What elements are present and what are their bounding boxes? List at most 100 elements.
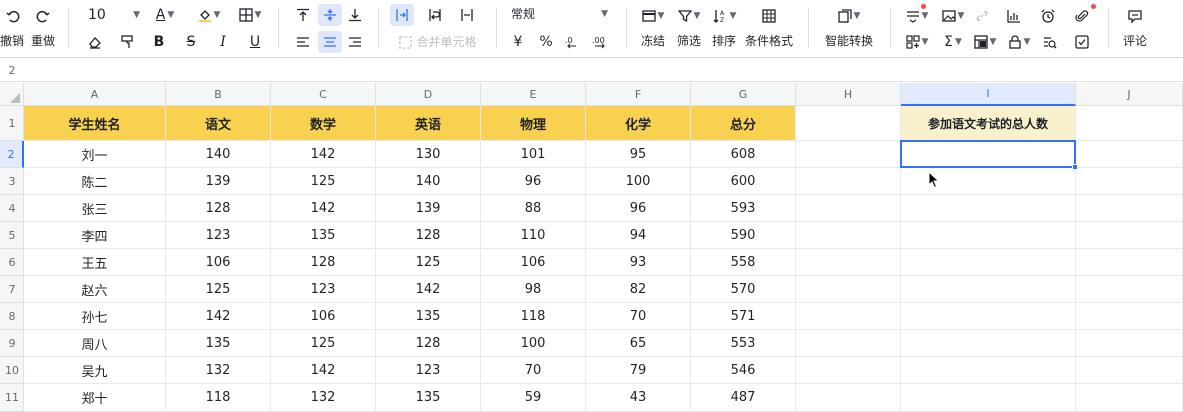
table-cell[interactable]: 118 [481, 303, 586, 330]
freeze-button[interactable]: ▼ [638, 6, 668, 26]
column-header-i[interactable]: I [901, 83, 1076, 106]
underline-button[interactable]: U [244, 32, 266, 52]
undo-button[interactable] [2, 8, 24, 26]
cell-j2[interactable] [1076, 141, 1183, 168]
table-cell[interactable]: 128 [376, 222, 481, 249]
cell-j5[interactable] [1076, 222, 1183, 249]
row-header-2[interactable]: 2 [0, 141, 24, 168]
table-cell[interactable]: 123 [166, 222, 271, 249]
redo-button[interactable] [32, 8, 54, 26]
row-header-3[interactable]: 3 [0, 168, 24, 195]
reminder-button[interactable] [1038, 6, 1058, 26]
smart-convert-button[interactable]: ▼ [834, 6, 864, 26]
sort-button[interactable]: AZ ▼ [708, 6, 740, 26]
cell-i11[interactable] [901, 384, 1076, 412]
table-cell[interactable]: 558 [691, 249, 796, 276]
conditional-format-button[interactable] [758, 6, 780, 26]
number-format-select[interactable]: 常规 ▼ [508, 5, 608, 23]
table-cell[interactable]: 123 [271, 276, 376, 303]
text-clip-button[interactable] [456, 4, 478, 26]
table-cell[interactable]: 123 [376, 357, 481, 384]
cell-j3[interactable] [1076, 168, 1183, 195]
table-cell[interactable]: 590 [691, 222, 796, 249]
table-cell[interactable]: 140 [376, 168, 481, 195]
cell-i9[interactable] [901, 330, 1076, 357]
table-cell[interactable]: 周八 [24, 330, 166, 357]
table-cell[interactable]: 88 [481, 195, 586, 222]
strikethrough-button[interactable]: S [180, 32, 202, 52]
cell-i2[interactable] [901, 141, 1076, 168]
cell-j11[interactable] [1076, 384, 1183, 412]
find-replace-button[interactable] [1040, 32, 1060, 52]
sheet-grid[interactable]: 学生姓名 语文 数学 英语 物理 化学 总分 参加语文考试的总人数 刘一 140 142 130 101… [24, 106, 1183, 412]
table-cell[interactable]: 130 [376, 141, 481, 168]
table-header-cell[interactable]: 化学 [586, 106, 691, 141]
table-cell[interactable]: 郑十 [24, 384, 166, 412]
insert-dropdown-button[interactable]: ▼ [902, 6, 932, 26]
cell-j1[interactable] [1076, 106, 1183, 141]
cell-j7[interactable] [1076, 276, 1183, 303]
table-cell[interactable]: 546 [691, 357, 796, 384]
column-header-g[interactable]: G [691, 83, 796, 106]
cell-h7[interactable] [796, 276, 901, 303]
cell-h6[interactable] [796, 249, 901, 276]
column-header-j[interactable]: J [1076, 83, 1183, 106]
table-cell[interactable]: 553 [691, 330, 796, 357]
cell-i10[interactable] [901, 357, 1076, 384]
table-cell[interactable]: 135 [271, 222, 376, 249]
cell-i4[interactable] [901, 195, 1076, 222]
table-cell[interactable]: 79 [586, 357, 691, 384]
table-tools-button[interactable]: ▼ [902, 32, 932, 52]
cell-h9[interactable] [796, 330, 901, 357]
column-header-f[interactable]: F [586, 83, 691, 106]
table-header-cell[interactable]: 语文 [166, 106, 271, 141]
cell-j9[interactable] [1076, 330, 1183, 357]
table-cell[interactable]: 608 [691, 141, 796, 168]
cell-h3[interactable] [796, 168, 901, 195]
formula-button[interactable]: Σ ▼ [938, 32, 968, 52]
borders-button[interactable]: ▼ [234, 5, 266, 25]
table-cell[interactable]: 570 [691, 276, 796, 303]
table-header-cell[interactable]: 物理 [481, 106, 586, 141]
table-cell[interactable]: 135 [166, 330, 271, 357]
table-cell[interactable]: 98 [481, 276, 586, 303]
cell-i7[interactable] [901, 276, 1076, 303]
table-cell[interactable]: 陈二 [24, 168, 166, 195]
table-cell[interactable]: 135 [376, 384, 481, 412]
table-cell[interactable]: 142 [376, 276, 481, 303]
table-cell[interactable]: 96 [586, 195, 691, 222]
table-cell[interactable]: 125 [271, 168, 376, 195]
table-cell[interactable]: 94 [586, 222, 691, 249]
table-cell[interactable]: 132 [166, 357, 271, 384]
row-header-8[interactable]: 8 [0, 303, 24, 330]
table-cell[interactable]: 600 [691, 168, 796, 195]
table-cell[interactable]: 59 [481, 384, 586, 412]
table-cell[interactable]: 118 [166, 384, 271, 412]
table-cell[interactable]: 70 [586, 303, 691, 330]
currency-button[interactable]: ¥ [508, 32, 528, 52]
bold-button[interactable]: B [148, 32, 170, 52]
table-cell[interactable]: 王五 [24, 249, 166, 276]
column-header-h[interactable]: H [796, 83, 901, 106]
table-cell[interactable]: 128 [166, 195, 271, 222]
column-header-d[interactable]: D [376, 83, 481, 106]
table-cell[interactable]: 125 [376, 249, 481, 276]
column-header-b[interactable]: B [166, 83, 271, 106]
table-cell[interactable]: 142 [271, 141, 376, 168]
text-wrap-auto-button[interactable] [424, 4, 446, 26]
table-cell[interactable]: 101 [481, 141, 586, 168]
insert-image-button[interactable]: ▼ [938, 6, 968, 26]
table-cell[interactable]: 65 [586, 330, 691, 357]
decrease-decimal-button[interactable]: .0 [562, 32, 584, 52]
table-cell[interactable]: 93 [586, 249, 691, 276]
row-number[interactable]: 2 [0, 58, 24, 82]
protect-range-button[interactable]: ▼ [1004, 32, 1034, 52]
table-cell[interactable]: 106 [166, 249, 271, 276]
align-middle-button[interactable] [318, 4, 342, 26]
cell-j8[interactable] [1076, 303, 1183, 330]
merge-cells-button[interactable]: 合并单元格 [396, 32, 480, 52]
row-header-4[interactable]: 4 [0, 195, 24, 222]
align-top-button[interactable] [292, 4, 314, 26]
column-header-a[interactable]: A [24, 83, 166, 106]
table-cell[interactable]: 100 [481, 330, 586, 357]
